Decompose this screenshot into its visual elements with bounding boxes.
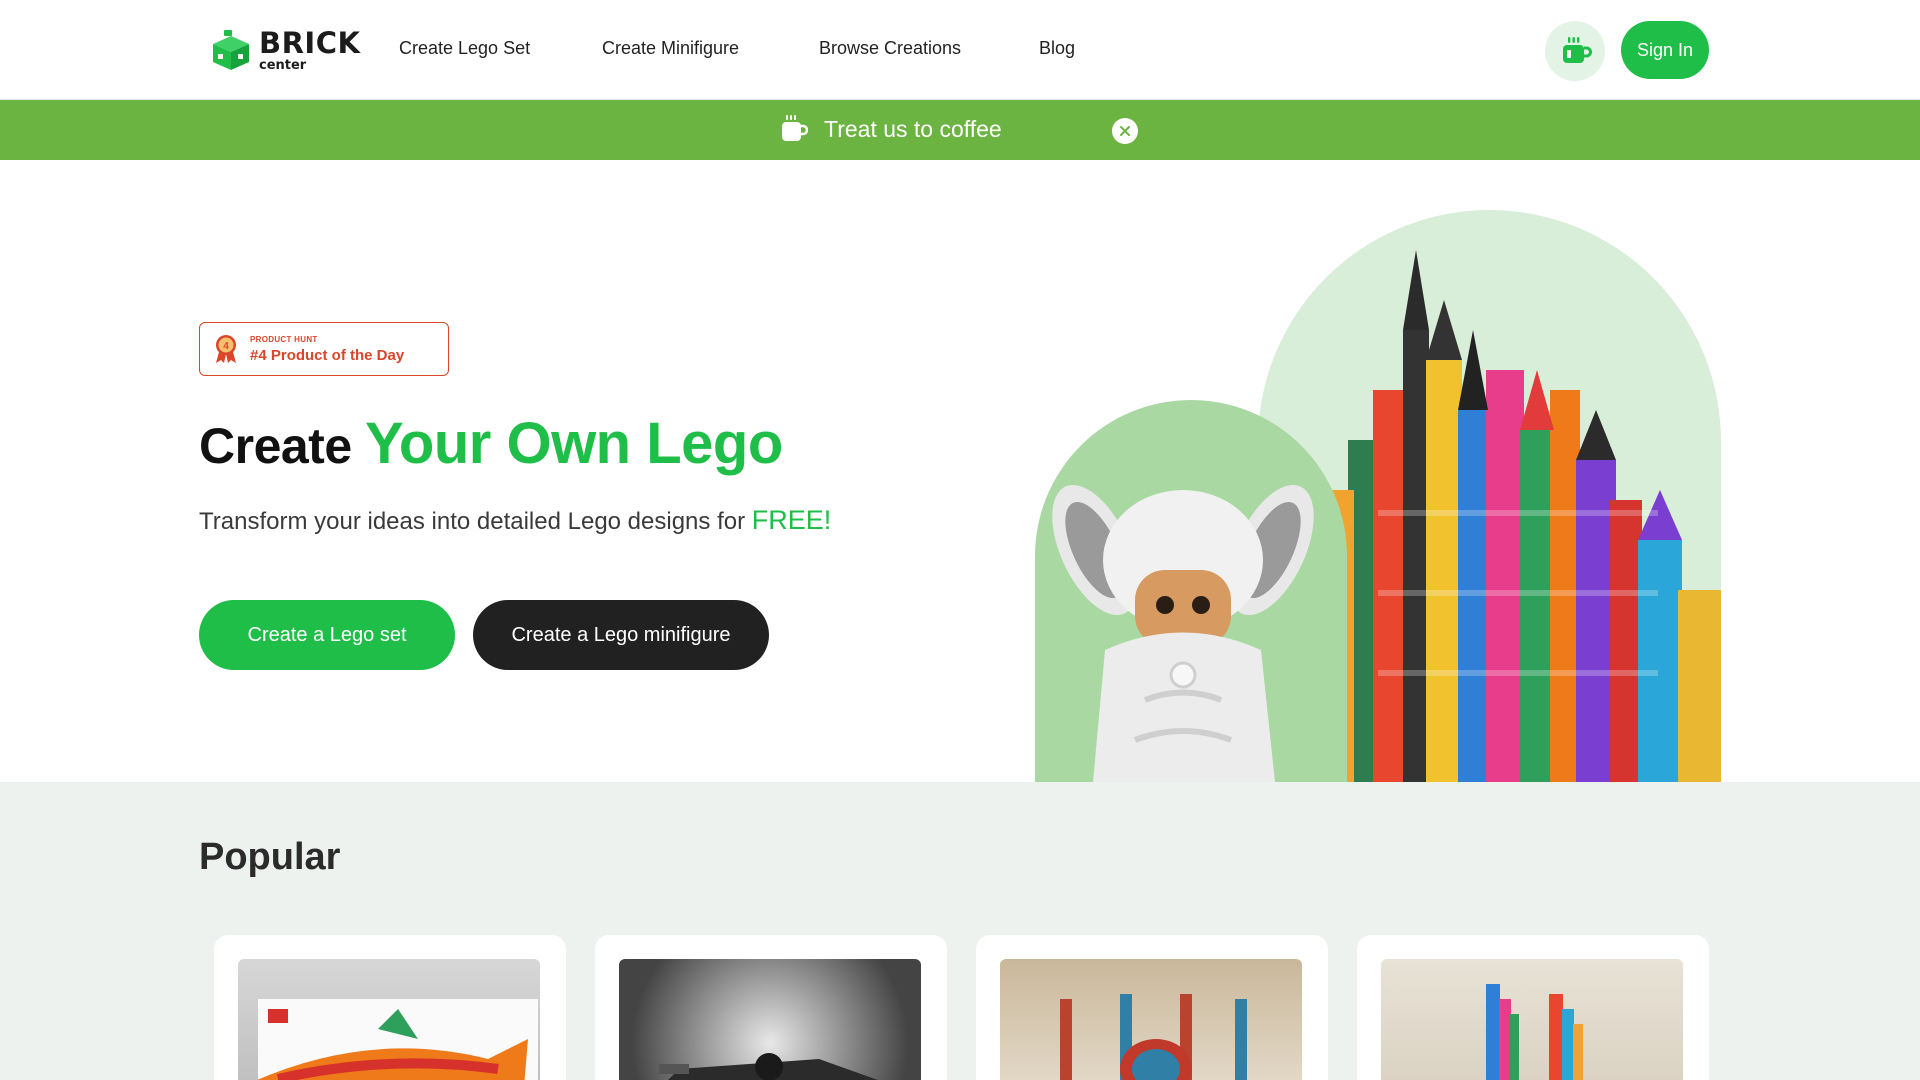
banner-text[interactable]: Treat us to coffee [824,116,1002,143]
popular-card[interactable] [214,935,566,1080]
bunny-minifigure-illustration [1052,484,1314,782]
coffee-cup-icon [1563,37,1592,63]
badge-text: PRODUCT HUNT #4 Product of the Day [250,335,404,364]
banner-content[interactable]: Treat us to coffee [780,114,1002,144]
create-lego-minifigure-button[interactable]: Create a Lego minifigure [473,600,769,670]
coffee-cup-icon [782,115,808,141]
popular-heading: Popular [199,836,341,878]
sign-in-button[interactable]: Sign In [1621,21,1709,79]
popular-card[interactable] [1357,935,1709,1080]
nav-create-minifigure[interactable]: Create Minifigure [602,38,739,59]
hero-subtitle-text: Transform your ideas into detailed Lego … [199,508,752,535]
banner-close-button[interactable] [1112,118,1138,144]
lego-mosque-illustration [1060,994,1247,1080]
card-image[interactable] [1381,959,1683,1080]
product-hunt-badge[interactable]: 4 PRODUCT HUNT #4 Product of the Day [199,322,449,376]
lego-towers-illustration [1486,984,1583,1080]
popular-card[interactable] [595,935,947,1080]
logo-cube-icon [213,30,249,70]
minifigure-image [1035,400,1347,782]
hero-subtitle-free: FREE! [751,505,832,535]
brick-center-logo[interactable]: BRICK center [209,26,360,74]
nav-create-lego-set[interactable]: Create Lego Set [399,38,530,59]
medal-icon: 4 [216,335,236,363]
card-image[interactable] [238,959,540,1080]
nav-blog[interactable]: Blog [1039,38,1075,59]
hero-title-accent: Your Own Lego [365,411,783,476]
nav-browse-creations[interactable]: Browse Creations [819,38,961,59]
card-image[interactable] [619,959,921,1080]
close-icon [1120,126,1130,136]
coffee-banner[interactable]: Treat us to coffee [0,100,1920,160]
badge-title: #4 Product of the Day [250,346,405,364]
lego-race-car-illustration [659,1053,878,1080]
badge-label: PRODUCT HUNT [250,334,318,344]
hero-title: Create Your Own Lego [199,410,783,477]
create-lego-set-button[interactable]: Create a Lego set [199,600,455,670]
hero-subtitle: Transform your ideas into detailed Lego … [199,505,831,536]
popular-card[interactable] [976,935,1328,1080]
logo-subtext: center [259,57,307,73]
card-image[interactable] [1000,959,1302,1080]
site-header: BRICK center Create Lego Set Create Mini… [0,0,1920,100]
hero-title-prefix: Create [199,418,366,474]
logo-text: BRICK [259,25,361,60]
svg-text:4: 4 [223,341,229,352]
lego-fish-set-illustration [257,999,538,1080]
coffee-button[interactable] [1545,21,1605,81]
